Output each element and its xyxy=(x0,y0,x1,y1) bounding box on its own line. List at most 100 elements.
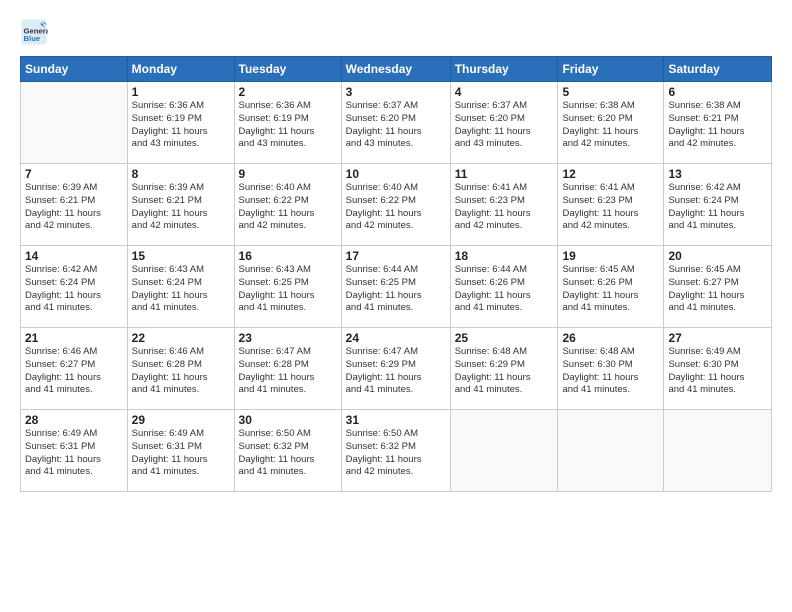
day-number: 27 xyxy=(668,331,767,345)
calendar-cell: 22Sunrise: 6:46 AM Sunset: 6:28 PM Dayli… xyxy=(127,328,234,410)
day-number: 5 xyxy=(562,85,659,99)
day-number: 26 xyxy=(562,331,659,345)
day-info: Sunrise: 6:44 AM Sunset: 6:25 PM Dayligh… xyxy=(346,264,446,315)
day-number: 25 xyxy=(455,331,554,345)
day-info: Sunrise: 6:44 AM Sunset: 6:26 PM Dayligh… xyxy=(455,264,554,315)
day-number: 20 xyxy=(668,249,767,263)
day-number: 19 xyxy=(562,249,659,263)
day-info: Sunrise: 6:48 AM Sunset: 6:29 PM Dayligh… xyxy=(455,346,554,397)
calendar-cell: 21Sunrise: 6:46 AM Sunset: 6:27 PM Dayli… xyxy=(21,328,128,410)
calendar-day-header: Wednesday xyxy=(341,57,450,82)
calendar-cell: 28Sunrise: 6:49 AM Sunset: 6:31 PM Dayli… xyxy=(21,410,128,492)
calendar-cell: 30Sunrise: 6:50 AM Sunset: 6:32 PM Dayli… xyxy=(234,410,341,492)
day-info: Sunrise: 6:49 AM Sunset: 6:31 PM Dayligh… xyxy=(132,428,230,479)
day-number: 15 xyxy=(132,249,230,263)
calendar-header-row: SundayMondayTuesdayWednesdayThursdayFrid… xyxy=(21,57,772,82)
logo-icon: General Blue xyxy=(20,18,48,46)
calendar-day-header: Saturday xyxy=(664,57,772,82)
day-number: 6 xyxy=(668,85,767,99)
calendar-cell: 31Sunrise: 6:50 AM Sunset: 6:32 PM Dayli… xyxy=(341,410,450,492)
day-number: 7 xyxy=(25,167,123,181)
day-number: 9 xyxy=(239,167,337,181)
day-number: 11 xyxy=(455,167,554,181)
calendar-cell: 13Sunrise: 6:42 AM Sunset: 6:24 PM Dayli… xyxy=(664,164,772,246)
day-info: Sunrise: 6:50 AM Sunset: 6:32 PM Dayligh… xyxy=(239,428,337,479)
day-info: Sunrise: 6:48 AM Sunset: 6:30 PM Dayligh… xyxy=(562,346,659,397)
calendar-cell: 6Sunrise: 6:38 AM Sunset: 6:21 PM Daylig… xyxy=(664,82,772,164)
day-info: Sunrise: 6:49 AM Sunset: 6:31 PM Dayligh… xyxy=(25,428,123,479)
day-info: Sunrise: 6:45 AM Sunset: 6:26 PM Dayligh… xyxy=(562,264,659,315)
day-number: 10 xyxy=(346,167,446,181)
day-number: 13 xyxy=(668,167,767,181)
page: General Blue SundayMondayTuesdayWednesda… xyxy=(0,0,792,612)
calendar-cell: 25Sunrise: 6:48 AM Sunset: 6:29 PM Dayli… xyxy=(450,328,558,410)
day-info: Sunrise: 6:47 AM Sunset: 6:28 PM Dayligh… xyxy=(239,346,337,397)
day-info: Sunrise: 6:46 AM Sunset: 6:27 PM Dayligh… xyxy=(25,346,123,397)
day-number: 29 xyxy=(132,413,230,427)
calendar-table: SundayMondayTuesdayWednesdayThursdayFrid… xyxy=(20,56,772,492)
calendar-cell: 19Sunrise: 6:45 AM Sunset: 6:26 PM Dayli… xyxy=(558,246,664,328)
calendar-cell: 16Sunrise: 6:43 AM Sunset: 6:25 PM Dayli… xyxy=(234,246,341,328)
day-info: Sunrise: 6:41 AM Sunset: 6:23 PM Dayligh… xyxy=(455,182,554,233)
day-info: Sunrise: 6:40 AM Sunset: 6:22 PM Dayligh… xyxy=(239,182,337,233)
day-info: Sunrise: 6:37 AM Sunset: 6:20 PM Dayligh… xyxy=(346,100,446,151)
day-number: 1 xyxy=(132,85,230,99)
day-info: Sunrise: 6:39 AM Sunset: 6:21 PM Dayligh… xyxy=(25,182,123,233)
calendar-cell: 3Sunrise: 6:37 AM Sunset: 6:20 PM Daylig… xyxy=(341,82,450,164)
calendar-day-header: Friday xyxy=(558,57,664,82)
calendar-cell: 20Sunrise: 6:45 AM Sunset: 6:27 PM Dayli… xyxy=(664,246,772,328)
calendar-cell: 8Sunrise: 6:39 AM Sunset: 6:21 PM Daylig… xyxy=(127,164,234,246)
day-info: Sunrise: 6:41 AM Sunset: 6:23 PM Dayligh… xyxy=(562,182,659,233)
day-number: 30 xyxy=(239,413,337,427)
calendar-cell: 29Sunrise: 6:49 AM Sunset: 6:31 PM Dayli… xyxy=(127,410,234,492)
calendar-week-row: 28Sunrise: 6:49 AM Sunset: 6:31 PM Dayli… xyxy=(21,410,772,492)
day-info: Sunrise: 6:40 AM Sunset: 6:22 PM Dayligh… xyxy=(346,182,446,233)
day-number: 12 xyxy=(562,167,659,181)
day-number: 4 xyxy=(455,85,554,99)
day-info: Sunrise: 6:38 AM Sunset: 6:20 PM Dayligh… xyxy=(562,100,659,151)
calendar-day-header: Tuesday xyxy=(234,57,341,82)
calendar-day-header: Monday xyxy=(127,57,234,82)
day-info: Sunrise: 6:43 AM Sunset: 6:24 PM Dayligh… xyxy=(132,264,230,315)
day-info: Sunrise: 6:47 AM Sunset: 6:29 PM Dayligh… xyxy=(346,346,446,397)
calendar-cell: 27Sunrise: 6:49 AM Sunset: 6:30 PM Dayli… xyxy=(664,328,772,410)
calendar-day-header: Thursday xyxy=(450,57,558,82)
calendar-cell: 17Sunrise: 6:44 AM Sunset: 6:25 PM Dayli… xyxy=(341,246,450,328)
day-number: 18 xyxy=(455,249,554,263)
calendar-cell: 10Sunrise: 6:40 AM Sunset: 6:22 PM Dayli… xyxy=(341,164,450,246)
day-info: Sunrise: 6:39 AM Sunset: 6:21 PM Dayligh… xyxy=(132,182,230,233)
calendar-cell xyxy=(450,410,558,492)
calendar-cell: 26Sunrise: 6:48 AM Sunset: 6:30 PM Dayli… xyxy=(558,328,664,410)
calendar-cell: 7Sunrise: 6:39 AM Sunset: 6:21 PM Daylig… xyxy=(21,164,128,246)
day-info: Sunrise: 6:42 AM Sunset: 6:24 PM Dayligh… xyxy=(25,264,123,315)
day-number: 22 xyxy=(132,331,230,345)
day-info: Sunrise: 6:45 AM Sunset: 6:27 PM Dayligh… xyxy=(668,264,767,315)
calendar-cell: 1Sunrise: 6:36 AM Sunset: 6:19 PM Daylig… xyxy=(127,82,234,164)
day-number: 14 xyxy=(25,249,123,263)
calendar-cell: 23Sunrise: 6:47 AM Sunset: 6:28 PM Dayli… xyxy=(234,328,341,410)
calendar-cell: 2Sunrise: 6:36 AM Sunset: 6:19 PM Daylig… xyxy=(234,82,341,164)
calendar-cell: 15Sunrise: 6:43 AM Sunset: 6:24 PM Dayli… xyxy=(127,246,234,328)
calendar-cell: 5Sunrise: 6:38 AM Sunset: 6:20 PM Daylig… xyxy=(558,82,664,164)
day-number: 31 xyxy=(346,413,446,427)
day-number: 16 xyxy=(239,249,337,263)
calendar-cell: 11Sunrise: 6:41 AM Sunset: 6:23 PM Dayli… xyxy=(450,164,558,246)
calendar-cell: 14Sunrise: 6:42 AM Sunset: 6:24 PM Dayli… xyxy=(21,246,128,328)
calendar-cell xyxy=(664,410,772,492)
svg-text:Blue: Blue xyxy=(24,34,41,43)
day-info: Sunrise: 6:36 AM Sunset: 6:19 PM Dayligh… xyxy=(239,100,337,151)
day-number: 24 xyxy=(346,331,446,345)
calendar-week-row: 21Sunrise: 6:46 AM Sunset: 6:27 PM Dayli… xyxy=(21,328,772,410)
day-info: Sunrise: 6:43 AM Sunset: 6:25 PM Dayligh… xyxy=(239,264,337,315)
day-info: Sunrise: 6:37 AM Sunset: 6:20 PM Dayligh… xyxy=(455,100,554,151)
calendar-cell xyxy=(558,410,664,492)
calendar-week-row: 7Sunrise: 6:39 AM Sunset: 6:21 PM Daylig… xyxy=(21,164,772,246)
day-number: 28 xyxy=(25,413,123,427)
day-info: Sunrise: 6:36 AM Sunset: 6:19 PM Dayligh… xyxy=(132,100,230,151)
calendar-cell: 24Sunrise: 6:47 AM Sunset: 6:29 PM Dayli… xyxy=(341,328,450,410)
day-info: Sunrise: 6:38 AM Sunset: 6:21 PM Dayligh… xyxy=(668,100,767,151)
day-info: Sunrise: 6:42 AM Sunset: 6:24 PM Dayligh… xyxy=(668,182,767,233)
calendar-week-row: 1Sunrise: 6:36 AM Sunset: 6:19 PM Daylig… xyxy=(21,82,772,164)
day-info: Sunrise: 6:46 AM Sunset: 6:28 PM Dayligh… xyxy=(132,346,230,397)
logo: General Blue xyxy=(20,18,50,46)
